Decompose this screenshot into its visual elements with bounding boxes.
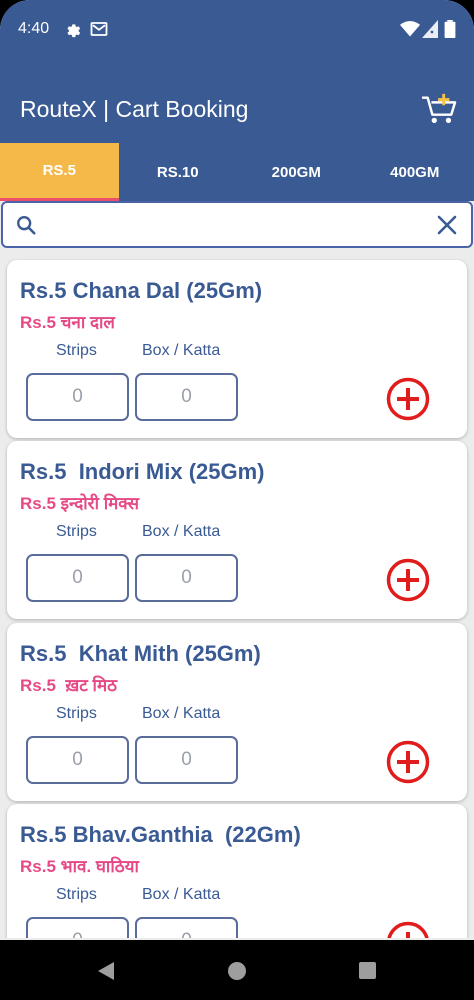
strips-qty-input[interactable]: 0 <box>26 736 129 784</box>
strips-label: Strips <box>56 342 97 359</box>
product-name: Rs.5 Khat Mith (25Gm) <box>20 641 261 666</box>
cart-add-icon[interactable] <box>420 92 458 126</box>
tab-400gm[interactable]: 400GM <box>356 143 474 201</box>
close-icon[interactable] <box>437 215 457 235</box>
strips-label: Strips <box>56 705 97 722</box>
product-name-hindi: Rs.5 चना दाल <box>20 313 115 332</box>
product-name-hindi: Rs.5 इन्दोरी मिक्स <box>20 494 139 513</box>
product-card: Rs.5 Khat Mith (25Gm) Rs.5 ख़ट मिठ Strip… <box>7 623 467 801</box>
box-label: Box / Katta <box>142 705 221 722</box>
wifi-icon <box>400 21 420 37</box>
status-time: 4:40 <box>18 20 50 37</box>
tab-rs10[interactable]: RS.10 <box>119 143 238 201</box>
signal-icon <box>422 20 438 38</box>
product-card: Rs.5 Bhav.Ganthia (22Gm) Rs.5 भाव. घाठिय… <box>7 804 467 938</box>
box-label: Box / Katta <box>142 886 221 903</box>
add-circle-icon[interactable] <box>386 377 430 421</box>
add-circle-icon[interactable] <box>386 558 430 602</box>
strips-qty-input[interactable]: 0 <box>26 373 129 421</box>
battery-icon <box>444 20 456 38</box>
product-name: Rs.5 Chana Dal (25Gm) <box>20 278 263 303</box>
search-input[interactable] <box>49 211 419 239</box>
nav-back-icon[interactable] <box>96 960 116 982</box>
product-name: Rs.5 Indori Mix (25Gm) <box>20 459 265 484</box>
product-card: Rs.5 Indori Mix (25Gm) Rs.5 इन्दोरी मिक्… <box>7 441 467 619</box>
box-qty-input[interactable]: 0 <box>135 373 238 421</box>
tab-rs5[interactable]: RS.5 <box>0 143 119 201</box>
search-icon <box>17 216 36 235</box>
box-label: Box / Katta <box>142 342 221 359</box>
settings-icon <box>67 24 81 38</box>
product-name: Rs.5 Bhav.Ganthia (22Gm) <box>20 822 301 847</box>
add-circle-icon[interactable] <box>386 921 430 938</box>
add-circle-icon[interactable] <box>386 740 430 784</box>
status-bar: 4:40 <box>0 0 474 75</box>
category-tabs: RS.5 RS.10 200GM 400GM <box>0 143 474 201</box>
app-title: RouteX | Cart Booking <box>20 96 249 122</box>
search-bar <box>1 201 473 248</box>
system-nav-bar <box>0 940 474 1000</box>
box-label: Box / Katta <box>142 523 221 540</box>
product-name-hindi: Rs.5 ख़ट मिठ <box>20 676 117 695</box>
product-card: Rs.5 Chana Dal (25Gm) Rs.5 चना दाल Strip… <box>7 260 467 438</box>
app-bar: RouteX | Cart Booking <box>0 75 474 143</box>
box-qty-input[interactable]: 0 <box>135 917 238 938</box>
box-qty-input[interactable]: 0 <box>135 554 238 602</box>
strips-label: Strips <box>56 523 97 540</box>
strips-qty-input[interactable]: 0 <box>26 554 129 602</box>
strips-qty-input[interactable]: 0 <box>26 917 129 938</box>
strips-label: Strips <box>56 886 97 903</box>
phone-screen: 4:40 RouteX | Cart Booking RS.5 RS.10 20… <box>0 0 474 1000</box>
gmail-icon <box>90 22 108 36</box>
tab-200gm[interactable]: 200GM <box>237 143 356 201</box>
product-name-hindi: Rs.5 भाव. घाठिया <box>20 857 139 876</box>
box-qty-input[interactable]: 0 <box>135 736 238 784</box>
product-list: Rs.5 Chana Dal (25Gm) Rs.5 चना दाल Strip… <box>0 248 474 938</box>
nav-home-icon[interactable] <box>228 962 246 980</box>
nav-recents-icon[interactable] <box>359 962 376 979</box>
